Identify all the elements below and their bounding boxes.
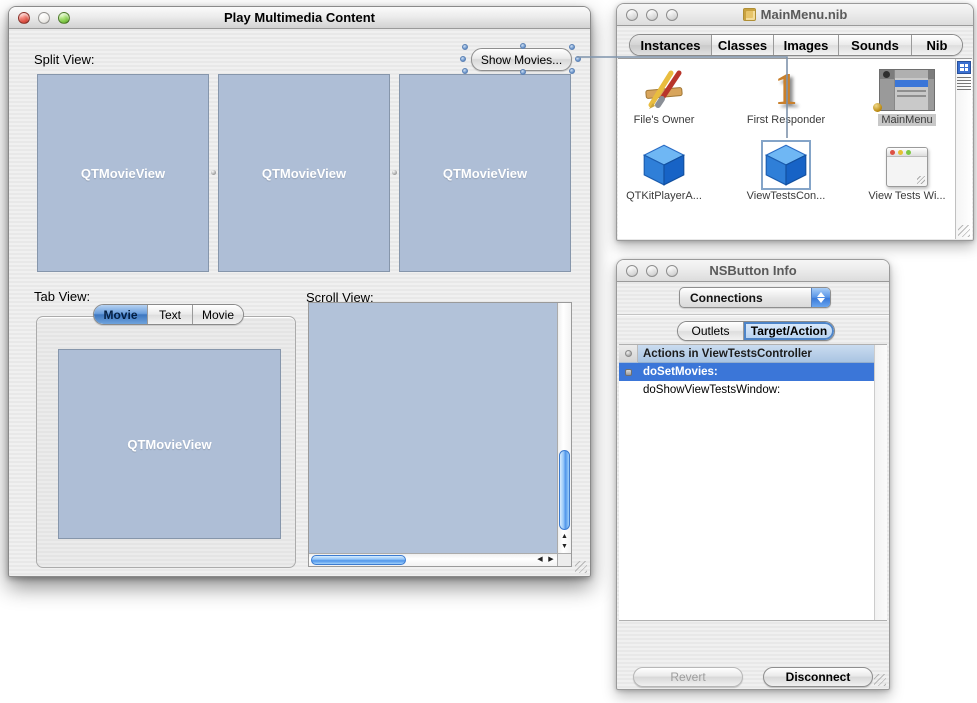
split-divider-handle[interactable] xyxy=(211,170,216,175)
list-header-label: Actions in ViewTestsController xyxy=(638,345,874,363)
nib-item-label: ViewTestsCon... xyxy=(731,190,841,202)
horizontal-scrollbar[interactable]: ◀ ▶ xyxy=(309,553,557,566)
nib-window: MainMenu.nib Instances Classes Images So… xyxy=(616,3,974,241)
selection-handle[interactable] xyxy=(575,56,581,62)
nib-item-files-owner[interactable]: File's Owner xyxy=(609,65,719,126)
window-title: NSButton Info xyxy=(617,263,889,278)
popup-value: Connections xyxy=(690,291,763,305)
scroll-up-arrow-icon[interactable]: ▲ xyxy=(558,532,571,542)
selection-handle[interactable] xyxy=(462,68,468,74)
nib-titlebar[interactable]: MainMenu.nib xyxy=(617,4,973,26)
nib-item-label: First Responder xyxy=(731,114,841,126)
scroll-content[interactable] xyxy=(309,303,557,553)
vertical-scrollbar[interactable]: ▲ ▼ xyxy=(557,303,571,553)
first-responder-icon: 1 xyxy=(775,67,798,111)
split-divider-handle[interactable] xyxy=(392,170,397,175)
tab-nib[interactable]: Nib xyxy=(912,35,962,55)
info-tab-bar: Outlets Target/Action xyxy=(677,321,835,341)
horizontal-scrollbar-thumb[interactable] xyxy=(311,555,406,565)
action-row-selected[interactable]: doSetMovies: xyxy=(619,363,874,381)
tab-outlets[interactable]: Outlets xyxy=(678,322,744,340)
scroll-view: ▲ ▼ ◀ ▶ xyxy=(308,302,572,567)
connected-dot-icon xyxy=(625,369,632,376)
list-header-row[interactable]: Actions in ViewTestsController xyxy=(619,345,874,363)
resize-grip[interactable] xyxy=(874,674,886,686)
qtmovieview-pane[interactable]: QTMovieView xyxy=(218,74,390,272)
split-view: QTMovieView QTMovieView QTMovieView xyxy=(37,74,571,272)
nib-document-icon xyxy=(743,8,756,21)
selection-handle[interactable] xyxy=(520,69,526,75)
selection-handle[interactable] xyxy=(569,68,575,74)
popup-stepper-icon xyxy=(811,288,830,307)
action-label: doShowViewTestsWindow: xyxy=(638,384,780,396)
gold-dot-icon xyxy=(873,103,882,112)
tab-target-action[interactable]: Target/Action xyxy=(744,322,834,340)
blue-cube-icon xyxy=(764,143,808,187)
selection-handle[interactable] xyxy=(520,43,526,49)
scroll-down-arrow-icon[interactable]: ▼ xyxy=(558,542,571,552)
list-scrollbar[interactable] xyxy=(874,345,887,620)
window-title: MainMenu.nib xyxy=(761,7,848,22)
tab-text[interactable]: Text xyxy=(148,305,193,324)
blue-cube-icon xyxy=(642,143,686,187)
disconnect-button[interactable]: Disconnect xyxy=(763,667,873,687)
document-window: Play Multimedia Content Split View: Show… xyxy=(8,6,591,577)
nib-item-qtkitplayer[interactable]: QTKitPlayerA... xyxy=(609,141,719,202)
window-title: Play Multimedia Content xyxy=(9,10,590,25)
nib-item-mainmenu[interactable]: MainMenu xyxy=(852,65,962,126)
selection-handle[interactable] xyxy=(462,44,468,50)
scroll-left-arrow-icon[interactable]: ◀ xyxy=(535,555,545,565)
tab-images[interactable]: Images xyxy=(774,35,839,55)
tab-classes[interactable]: Classes xyxy=(712,35,774,55)
scrollbar-corner xyxy=(557,553,571,566)
revert-button[interactable]: Revert xyxy=(633,667,743,687)
action-row[interactable]: doShowViewTestsWindow: xyxy=(619,381,874,399)
qtmovieview-pane[interactable]: QTMovieView xyxy=(399,74,571,272)
nib-item-label: QTKitPlayerA... xyxy=(609,190,719,202)
separator xyxy=(617,314,889,315)
tab-view-label: Tab View: xyxy=(34,289,90,304)
document-titlebar[interactable]: Play Multimedia Content xyxy=(9,7,590,29)
tab-sounds[interactable]: Sounds xyxy=(839,35,912,55)
actions-list: Actions in ViewTestsController doSetMovi… xyxy=(619,344,887,621)
connections-popup[interactable]: Connections xyxy=(679,287,831,308)
nib-item-label: MainMenu xyxy=(852,114,962,126)
nib-item-label: View Tests Wi... xyxy=(852,190,962,202)
action-label: doSetMovies: xyxy=(638,366,718,378)
scroll-right-arrow-icon[interactable]: ▶ xyxy=(546,555,556,565)
tab-movie-1[interactable]: Movie xyxy=(94,305,148,324)
tab-instances[interactable]: Instances xyxy=(630,35,712,55)
tab-bar: Movie Text Movie xyxy=(93,304,244,325)
mainmenu-icon xyxy=(879,69,935,111)
qtmovieview-pane[interactable]: QTMovieView xyxy=(37,74,209,272)
resize-grip[interactable] xyxy=(958,225,970,237)
split-view-label: Split View: xyxy=(34,52,94,67)
selection-handle[interactable] xyxy=(460,56,466,62)
selection-handle[interactable] xyxy=(569,44,575,50)
info-titlebar[interactable]: NSButton Info xyxy=(617,260,889,282)
show-movies-button[interactable]: Show Movies... xyxy=(471,48,572,71)
files-owner-icon xyxy=(641,67,687,111)
nib-item-viewtests-window[interactable]: View Tests Wi... xyxy=(852,141,962,202)
nib-item-label: File's Owner xyxy=(609,114,719,126)
vertical-scrollbar-thumb[interactable] xyxy=(559,450,570,530)
nib-tab-bar: Instances Classes Images Sounds Nib xyxy=(629,34,963,56)
mini-window-icon xyxy=(886,147,928,187)
connection-dot-icon xyxy=(625,350,632,357)
tab-movie-2[interactable]: Movie xyxy=(193,305,243,324)
info-window: NSButton Info Connections Outlets Target… xyxy=(616,259,890,690)
resize-grip[interactable] xyxy=(575,561,587,573)
nib-item-viewtestscontroller[interactable]: ViewTestsCon... xyxy=(731,141,841,202)
nib-item-first-responder[interactable]: 1 First Responder xyxy=(731,65,841,126)
instances-pane: File's Owner 1 First Responder xyxy=(618,58,972,239)
qtmovieview-pane[interactable]: QTMovieView xyxy=(58,349,281,539)
